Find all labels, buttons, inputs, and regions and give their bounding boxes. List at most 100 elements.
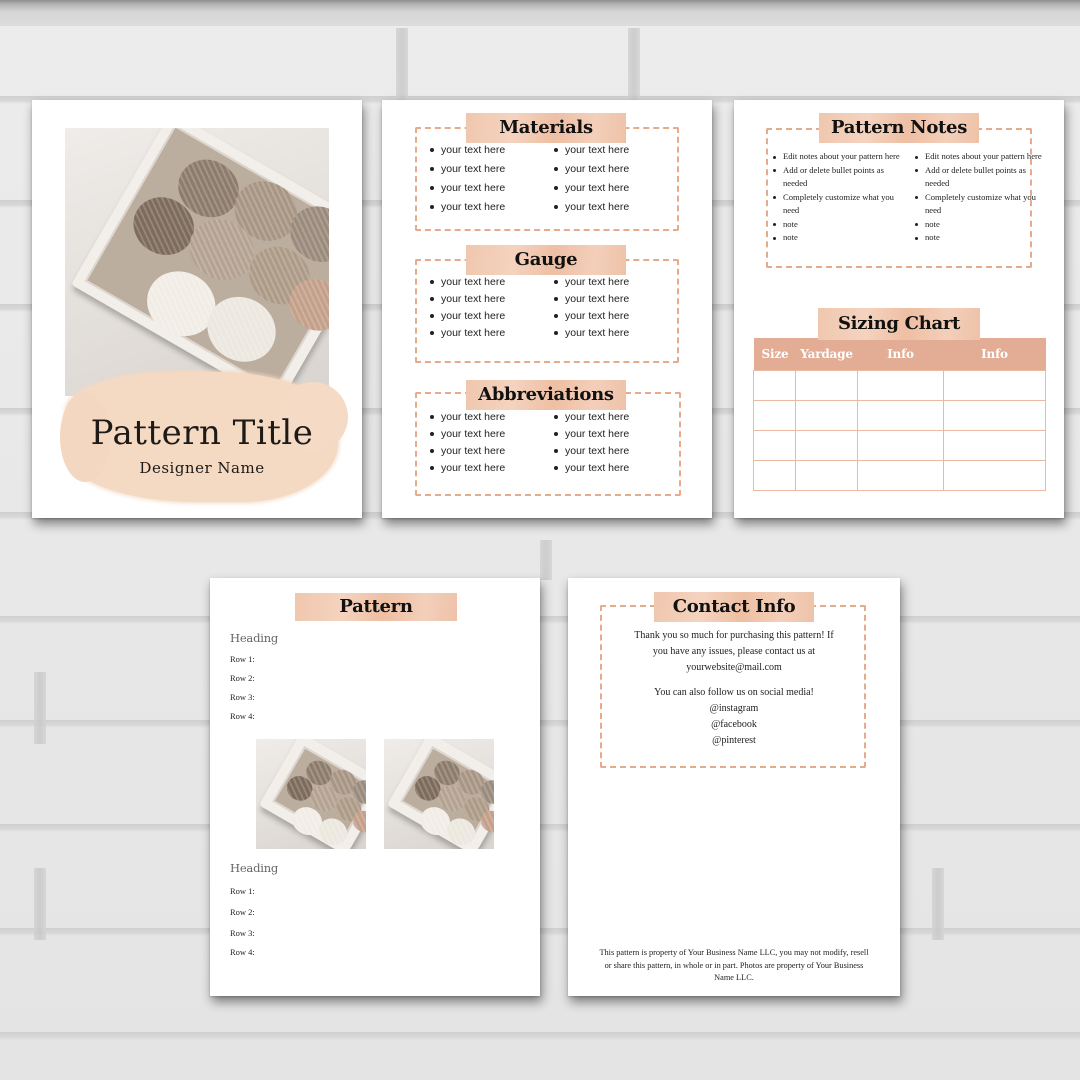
sizing-header-yardage: Yardage: [795, 338, 858, 370]
list-item: your text here: [430, 293, 546, 305]
list-item: your text here: [430, 310, 546, 322]
abbreviations-list: your text here your text here your text he…: [430, 411, 670, 474]
brick-joint: [396, 28, 408, 100]
table-row: [753, 369, 1046, 401]
row-label: Row 3:: [230, 692, 255, 702]
brick-joint: [540, 540, 552, 580]
list-item: your text here: [430, 201, 546, 213]
row-label: Row 4:: [230, 711, 255, 721]
sizing-header-info: Info: [857, 338, 944, 370]
yarn-basket-image: [65, 128, 329, 396]
list-item: your text here: [430, 462, 546, 474]
materials-heading: Materials: [466, 113, 626, 143]
pattern-photo-1: [256, 739, 366, 849]
social-intro: You can also follow us on social media!: [654, 687, 814, 698]
list-item: your text here: [430, 428, 546, 440]
basket-shape: [71, 128, 329, 396]
table-cell: [943, 369, 1046, 401]
table-cell: [753, 459, 796, 491]
list-item: your text here: [430, 276, 546, 288]
gauge-heading: Gauge: [466, 245, 626, 275]
row-label: Row 1:: [230, 886, 255, 896]
yarn-basket-image: [256, 739, 366, 849]
table-row: [753, 459, 1046, 491]
contact-heading: Contact Info: [654, 592, 814, 622]
sizing-header-size: Size: [753, 338, 796, 370]
pattern-page: Pattern Heading Row 1: Row 2: Row 3: Row…: [210, 578, 540, 996]
list-item: your text here: [554, 428, 670, 440]
row-label: Row 1:: [230, 654, 255, 664]
table-cell: [943, 399, 1046, 431]
legal-line: Name LLC.: [714, 973, 754, 982]
sizing-chart-heading: Sizing Chart: [818, 308, 980, 340]
thanks-line: Thank you so much for purchasing this pa…: [634, 630, 834, 641]
table-row: [753, 429, 1046, 461]
sizing-chart-table: Size Yardage Info Info: [753, 338, 1046, 491]
table-cell: [795, 429, 858, 461]
list-item: your text here: [554, 293, 670, 305]
list-item: your text here: [430, 327, 546, 339]
sizing-header-row: Size Yardage Info Info: [753, 338, 1046, 370]
note-item: Completely customize what you need: [915, 191, 1043, 218]
list-item: your text here: [554, 462, 670, 474]
table-row: [753, 399, 1046, 431]
materials-list: your text here your text here your text he…: [430, 144, 670, 213]
note-item: Completely customize what you need: [773, 191, 901, 218]
brick-wall-top: [0, 0, 1080, 26]
brick-joint: [34, 868, 46, 940]
pattern-title: Pattern Title: [90, 413, 314, 453]
list-item: your text here: [554, 276, 670, 288]
notes-left-column: Edit notes about your pattern here Add or…: [773, 150, 901, 245]
table-cell: [857, 429, 944, 461]
list-item: your text here: [430, 182, 546, 194]
list-item: your text here: [554, 411, 670, 423]
list-item: your text here: [430, 144, 546, 156]
table-cell: [857, 369, 944, 401]
brick-joint: [628, 28, 640, 100]
pattern-photo-2: [384, 739, 494, 849]
table-cell: [753, 399, 796, 431]
list-item: your text here: [554, 310, 670, 322]
list-item: your text here: [554, 144, 670, 156]
list-item: your text here: [430, 445, 546, 457]
table-cell: [795, 369, 858, 401]
note-item: note: [773, 231, 901, 245]
brick-joint: [932, 868, 944, 940]
basket-shape: [258, 739, 366, 849]
cover-photo: [65, 128, 329, 396]
list-item: your text here: [554, 163, 670, 175]
table-cell: [753, 429, 796, 461]
row-label: Row 2:: [230, 907, 255, 917]
list-item: your text here: [554, 445, 670, 457]
notes-page: Pattern Notes Edit notes about your patt…: [734, 100, 1064, 518]
table-cell: [857, 459, 944, 491]
thanks-message: Thank you so much for purchasing this pa…: [608, 628, 860, 676]
table-cell: [795, 459, 858, 491]
thanks-line: you have any issues, please contact us a…: [652, 646, 816, 657]
row-label: Row 3:: [230, 928, 255, 938]
table-cell: [857, 399, 944, 431]
list-item: your text here: [430, 163, 546, 175]
gauge-list: your text here your text here your text he…: [430, 276, 670, 339]
row-label: Row 2:: [230, 673, 255, 683]
social-section: You can also follow us on social media! …: [608, 685, 860, 749]
table-cell: [795, 399, 858, 431]
note-item: Edit notes about your pattern here: [773, 150, 901, 164]
row-label: Row 4:: [230, 947, 255, 957]
legal-line: This pattern is property of Your Busines…: [599, 948, 869, 957]
list-item: your text here: [554, 201, 670, 213]
table-cell: [943, 429, 1046, 461]
materials-page: Materials your text here your text here yo…: [382, 100, 712, 518]
legal-notice: This pattern is property of Your Busines…: [574, 947, 894, 985]
instagram-handle: @instagram: [709, 703, 759, 714]
list-item: your text here: [554, 327, 670, 339]
pattern-notes-heading: Pattern Notes: [819, 113, 979, 143]
note-item: note: [915, 218, 1043, 232]
notes-right-column: Edit notes about your pattern here Add or…: [915, 150, 1043, 245]
abbreviations-heading: Abbreviations: [466, 380, 626, 410]
contact-email: yourwebsite@mail.com: [686, 662, 782, 673]
pattern-heading: Pattern: [295, 593, 457, 621]
legal-line: or share this pattern, in whole or in pa…: [604, 960, 864, 970]
pinterest-handle: @pinterest: [712, 735, 756, 746]
cover-page: Pattern Title Designer Name: [32, 100, 362, 518]
